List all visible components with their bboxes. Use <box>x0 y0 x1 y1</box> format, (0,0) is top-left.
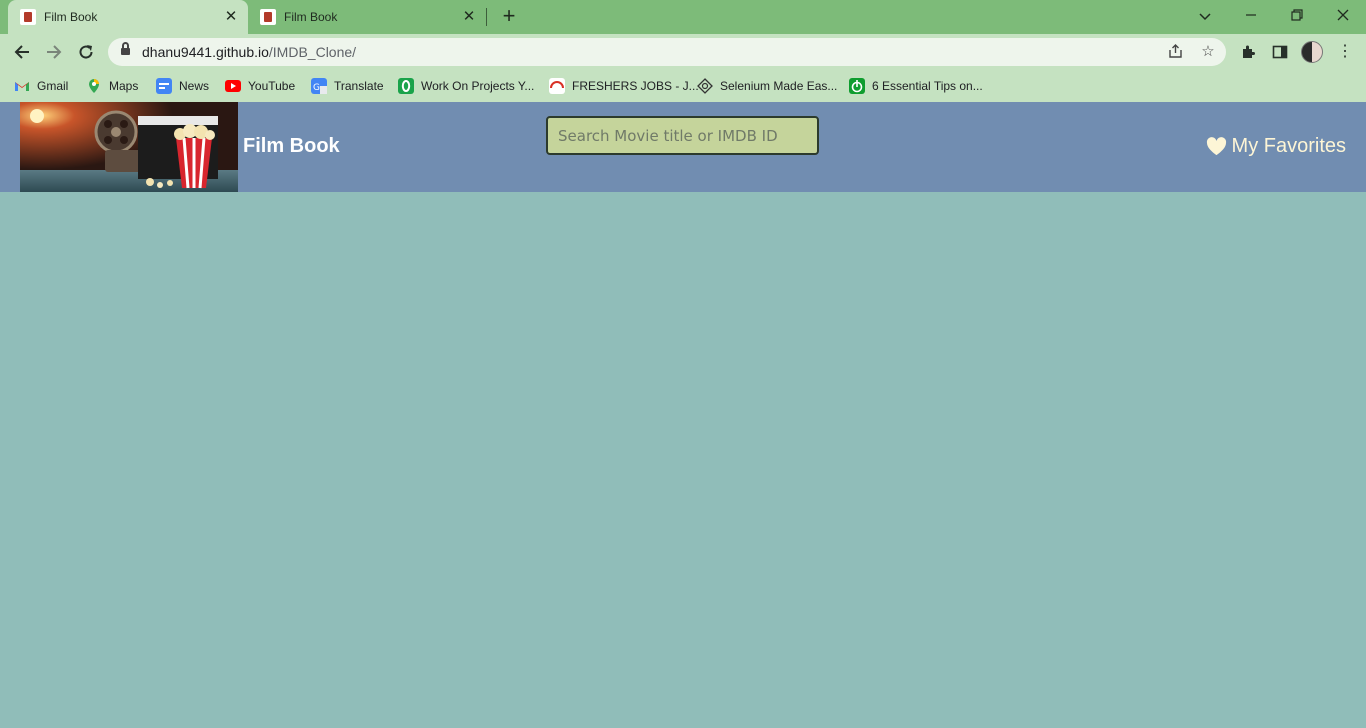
bookmark-essential-tips[interactable]: 6 Essential Tips on... <box>849 77 983 95</box>
new-tab-icon[interactable]: + <box>498 5 520 28</box>
translate-icon: G <box>311 78 327 94</box>
bookmark-youtube[interactable]: YouTube <box>225 77 295 95</box>
bookmark-label: YouTube <box>248 79 296 93</box>
bookmark-label: Gmail <box>37 79 69 93</box>
site-header: Film Book My Favorites <box>0 102 1366 192</box>
tips-icon <box>849 78 865 94</box>
forward-icon[interactable] <box>42 40 66 64</box>
site-brand-title[interactable]: Film Book <box>243 135 340 158</box>
selenium-icon <box>697 78 713 94</box>
bookmark-maps[interactable]: Maps <box>86 77 138 95</box>
close-tab-icon[interactable]: ✕ <box>460 8 478 26</box>
bookmark-label: Work On Projects Y... <box>421 79 535 93</box>
tab-divider <box>486 8 487 26</box>
address-bar[interactable]: dhanu9441.github.io/IMDB_Clone/ ☆ <box>108 38 1226 66</box>
jobs-icon <box>549 78 565 94</box>
bookmark-label: Selenium Made Eas... <box>720 79 838 93</box>
close-tab-icon[interactable]: ✕ <box>222 8 240 26</box>
bookmark-label: Translate <box>334 79 384 93</box>
browser-toolbar: dhanu9441.github.io/IMDB_Clone/ ☆ ⋮ <box>0 34 1366 70</box>
bookmark-news[interactable]: News <box>156 77 209 95</box>
news-icon <box>156 78 172 94</box>
my-favorites-link[interactable]: My Favorites <box>1206 135 1346 158</box>
browser-tab-active[interactable]: Film Book ✕ <box>8 0 248 34</box>
movie-results-area <box>0 192 1366 728</box>
site-favicon-icon <box>260 9 276 25</box>
site-favicon-icon <box>20 9 36 25</box>
bookmark-label: 6 Essential Tips on... <box>872 79 983 93</box>
heart-icon <box>1206 137 1226 156</box>
movie-search-input[interactable] <box>546 116 819 155</box>
tab-search-chevron-icon[interactable] <box>1193 5 1217 27</box>
side-panel-icon[interactable] <box>1268 40 1292 64</box>
back-icon[interactable] <box>10 40 34 64</box>
browser-tab[interactable]: Film Book ✕ <box>248 0 486 34</box>
menu-kebab-icon[interactable]: ⋮ <box>1333 40 1357 64</box>
restore-icon[interactable] <box>1285 5 1309 27</box>
tab-title: Film Book <box>284 10 338 24</box>
reload-icon[interactable] <box>74 40 98 64</box>
bookmark-freshers-jobs[interactable]: FRESHERS JOBS - J... <box>549 77 699 95</box>
maps-icon <box>86 78 102 94</box>
bookmark-translate[interactable]: G Translate <box>311 77 384 95</box>
bookmarks-bar: Gmail Maps News YouTube G Translate Work… <box>0 70 1366 102</box>
url-text: dhanu9441.github.io/IMDB_Clone/ <box>142 44 357 60</box>
projects-icon <box>398 78 414 94</box>
profile-avatar[interactable] <box>1301 41 1323 63</box>
svg-text:G: G <box>313 83 320 93</box>
bookmark-label: News <box>179 79 210 93</box>
gmail-icon <box>14 78 30 94</box>
my-favorites-label: My Favorites <box>1231 135 1346 157</box>
bookmark-label: FRESHERS JOBS - J... <box>572 79 699 93</box>
bookmark-gmail[interactable]: Gmail <box>14 77 68 95</box>
extensions-icon[interactable] <box>1236 40 1260 64</box>
bookmark-label: Maps <box>109 79 139 93</box>
youtube-icon <box>225 80 241 92</box>
close-window-icon[interactable] <box>1331 5 1355 27</box>
tab-title: Film Book <box>44 10 98 24</box>
browser-tabstrip: Film Book ✕ Film Book ✕ + <box>0 0 1366 34</box>
bookmark-work-on-projects[interactable]: Work On Projects Y... <box>398 77 534 95</box>
lock-icon <box>121 42 130 57</box>
bookmark-star-icon[interactable]: ☆ <box>1199 43 1217 61</box>
share-icon[interactable] <box>1167 43 1185 61</box>
minimize-icon[interactable] <box>1239 5 1263 27</box>
bookmark-selenium[interactable]: Selenium Made Eas... <box>697 77 837 95</box>
site-logo-image[interactable] <box>20 102 238 192</box>
